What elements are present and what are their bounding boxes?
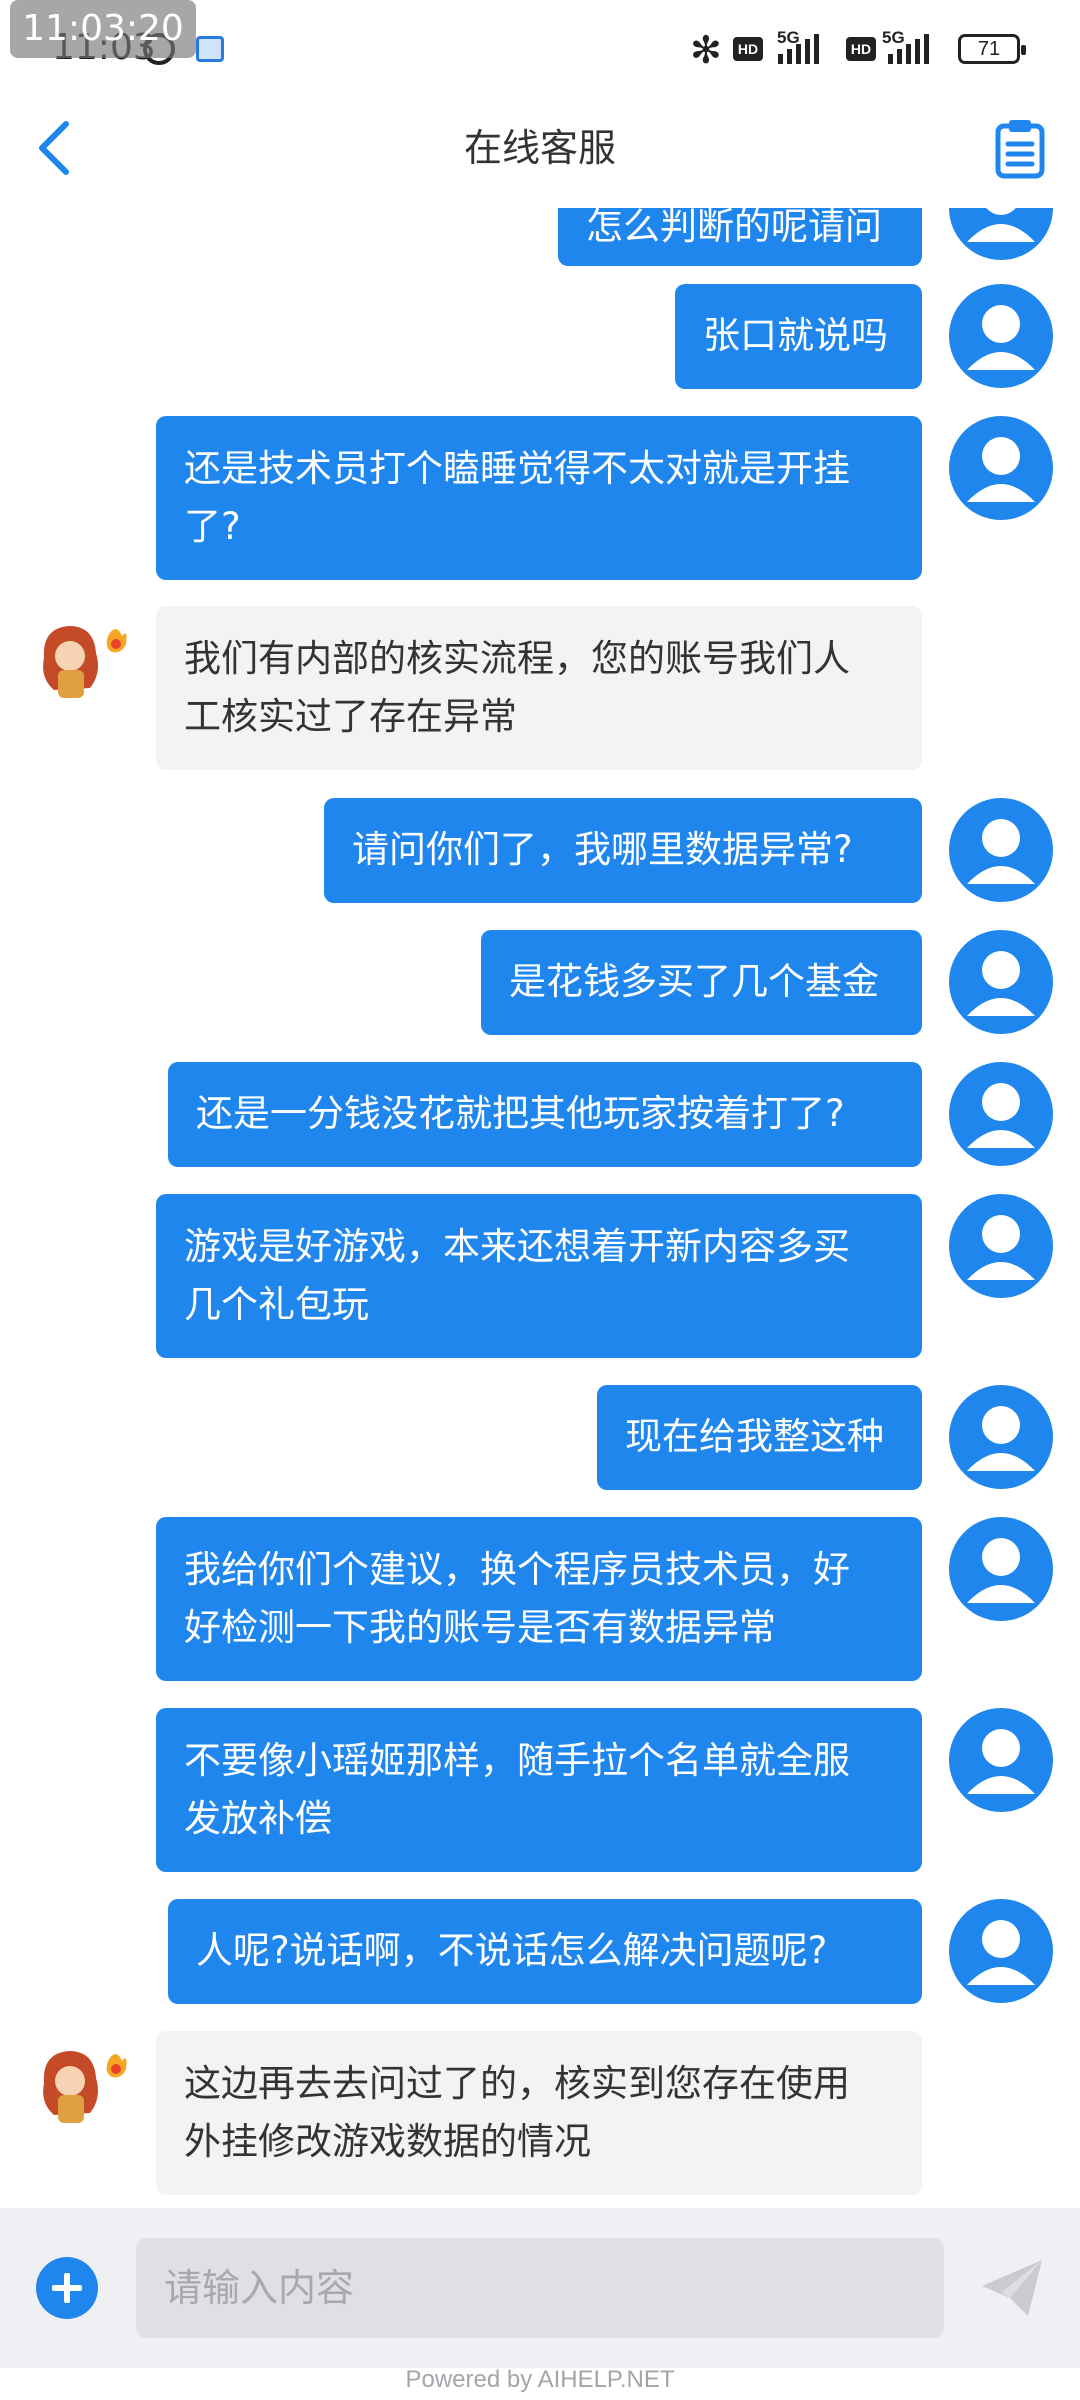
- message-input[interactable]: [136, 2238, 944, 2338]
- message-text-line-2: 外挂修改游戏数据的情况: [184, 2120, 591, 2163]
- user-avatar: [949, 798, 1053, 902]
- user-avatar: [949, 1385, 1053, 1489]
- user-message-bubble: 人呢?说话啊，不说话怎么解决问题呢?: [168, 1899, 922, 2004]
- user-message-bubble: 不要像小瑶姬那样，随手拉个名单就全服 发放补偿: [156, 1708, 922, 1872]
- user-message-bubble: 游戏是好游戏，本来还想着开新内容多买 几个礼包玩: [156, 1194, 922, 1358]
- message-text-line-1: 还是技术员打个瞌睡觉得不太对就是开挂: [184, 447, 850, 490]
- message-text-line-2: 工核实过了存在异常: [184, 695, 517, 738]
- powered-by-label: Powered by AIHELP.NET: [405, 2366, 675, 2393]
- message-list[interactable]: 怎么判断的呢请问 张口就说吗 还是技术员打个瞌睡觉得不太对就是开挂 了? 我们有…: [0, 208, 1080, 2208]
- input-bar: [0, 2208, 1080, 2368]
- message-text-line-1: 这边再去去问过了的，核实到您存在使用: [184, 2062, 850, 2105]
- message-text: 请问你们了，我哪里数据异常?: [352, 828, 853, 871]
- message-text-line-2: 了?: [184, 505, 241, 548]
- status-bar: 11:03 ✻ HD 5G HD 5G 71 11:03:20: [0, 0, 1080, 90]
- message-text-line-2: 好检测一下我的账号是否有数据异常: [184, 1606, 776, 1649]
- message-text: 人呢?说话啊，不说话怎么解决问题呢?: [196, 1929, 828, 1972]
- message-text: 还是一分钱没花就把其他玩家按着打了?: [196, 1092, 845, 1135]
- send-button[interactable]: [980, 2258, 1044, 2318]
- user-avatar: [949, 1194, 1053, 1298]
- user-message-bubble: 张口就说吗: [675, 284, 922, 389]
- user-message-bubble: 怎么判断的呢请问: [558, 208, 922, 266]
- user-avatar: [949, 1708, 1053, 1812]
- user-avatar: [949, 284, 1053, 388]
- user-avatar: [949, 1062, 1053, 1166]
- message-text-line-1: 我给你们个建议，换个程序员技术员，好: [184, 1548, 850, 1591]
- agent-avatar: [43, 2051, 127, 2123]
- user-message-bubble: 还是技术员打个瞌睡觉得不太对就是开挂 了?: [156, 416, 922, 580]
- user-message-bubble: 现在给我整这种: [597, 1385, 922, 1490]
- message-text-line-2: 发放补偿: [184, 1797, 332, 1840]
- user-avatar: [949, 1517, 1053, 1621]
- message-text: 张口就说吗: [703, 314, 888, 357]
- message-text-line-1: 我们有内部的核实流程，您的账号我们人: [184, 637, 850, 680]
- user-message-bubble: 请问你们了，我哪里数据异常?: [324, 798, 922, 903]
- user-message-bubble: 我给你们个建议，换个程序员技术员，好 好检测一下我的账号是否有数据异常: [156, 1517, 922, 1681]
- add-attachment-button[interactable]: [36, 2257, 98, 2319]
- signal-strength-icon-2: [888, 34, 929, 64]
- message-text-line-2: 几个礼包玩: [184, 1283, 369, 1326]
- signal-strength-icon-1: [778, 34, 819, 64]
- user-avatar: [949, 416, 1053, 520]
- user-message-bubble: 还是一分钱没花就把其他玩家按着打了?: [168, 1062, 922, 1167]
- agent-avatar: [43, 626, 127, 698]
- agent-message-bubble: 这边再去去问过了的，核实到您存在使用 外挂修改游戏数据的情况: [156, 2031, 922, 2195]
- bluetooth-icon: ✻: [690, 28, 722, 72]
- hd-badge: HD: [733, 37, 763, 61]
- sim-card-icon: [196, 36, 224, 62]
- battery-indicator: 71: [958, 34, 1026, 64]
- clipboard-icon[interactable]: [994, 118, 1046, 180]
- user-avatar: [949, 208, 1053, 260]
- agent-message-bubble: 我们有内部的核实流程，您的账号我们人 工核实过了存在异常: [156, 606, 922, 770]
- message-text: 现在给我整这种: [625, 1415, 884, 1458]
- message-text-line-1: 不要像小瑶姬那样，随手拉个名单就全服: [184, 1739, 850, 1782]
- message-text: 是花钱多买了几个基金: [509, 960, 879, 1003]
- user-message-bubble: 是花钱多买了几个基金: [481, 930, 922, 1035]
- page-title: 在线客服: [463, 126, 616, 170]
- header: 在线客服: [0, 90, 1080, 208]
- user-avatar: [949, 930, 1053, 1034]
- user-avatar: [949, 1899, 1053, 2003]
- hd-badge-2: HD: [846, 37, 876, 61]
- message-text: 怎么判断的呢请问: [586, 208, 882, 248]
- message-text-line-1: 游戏是好游戏，本来还想着开新内容多买: [184, 1225, 850, 1268]
- screenshot-time-overlay: 11:03:20: [10, 0, 196, 58]
